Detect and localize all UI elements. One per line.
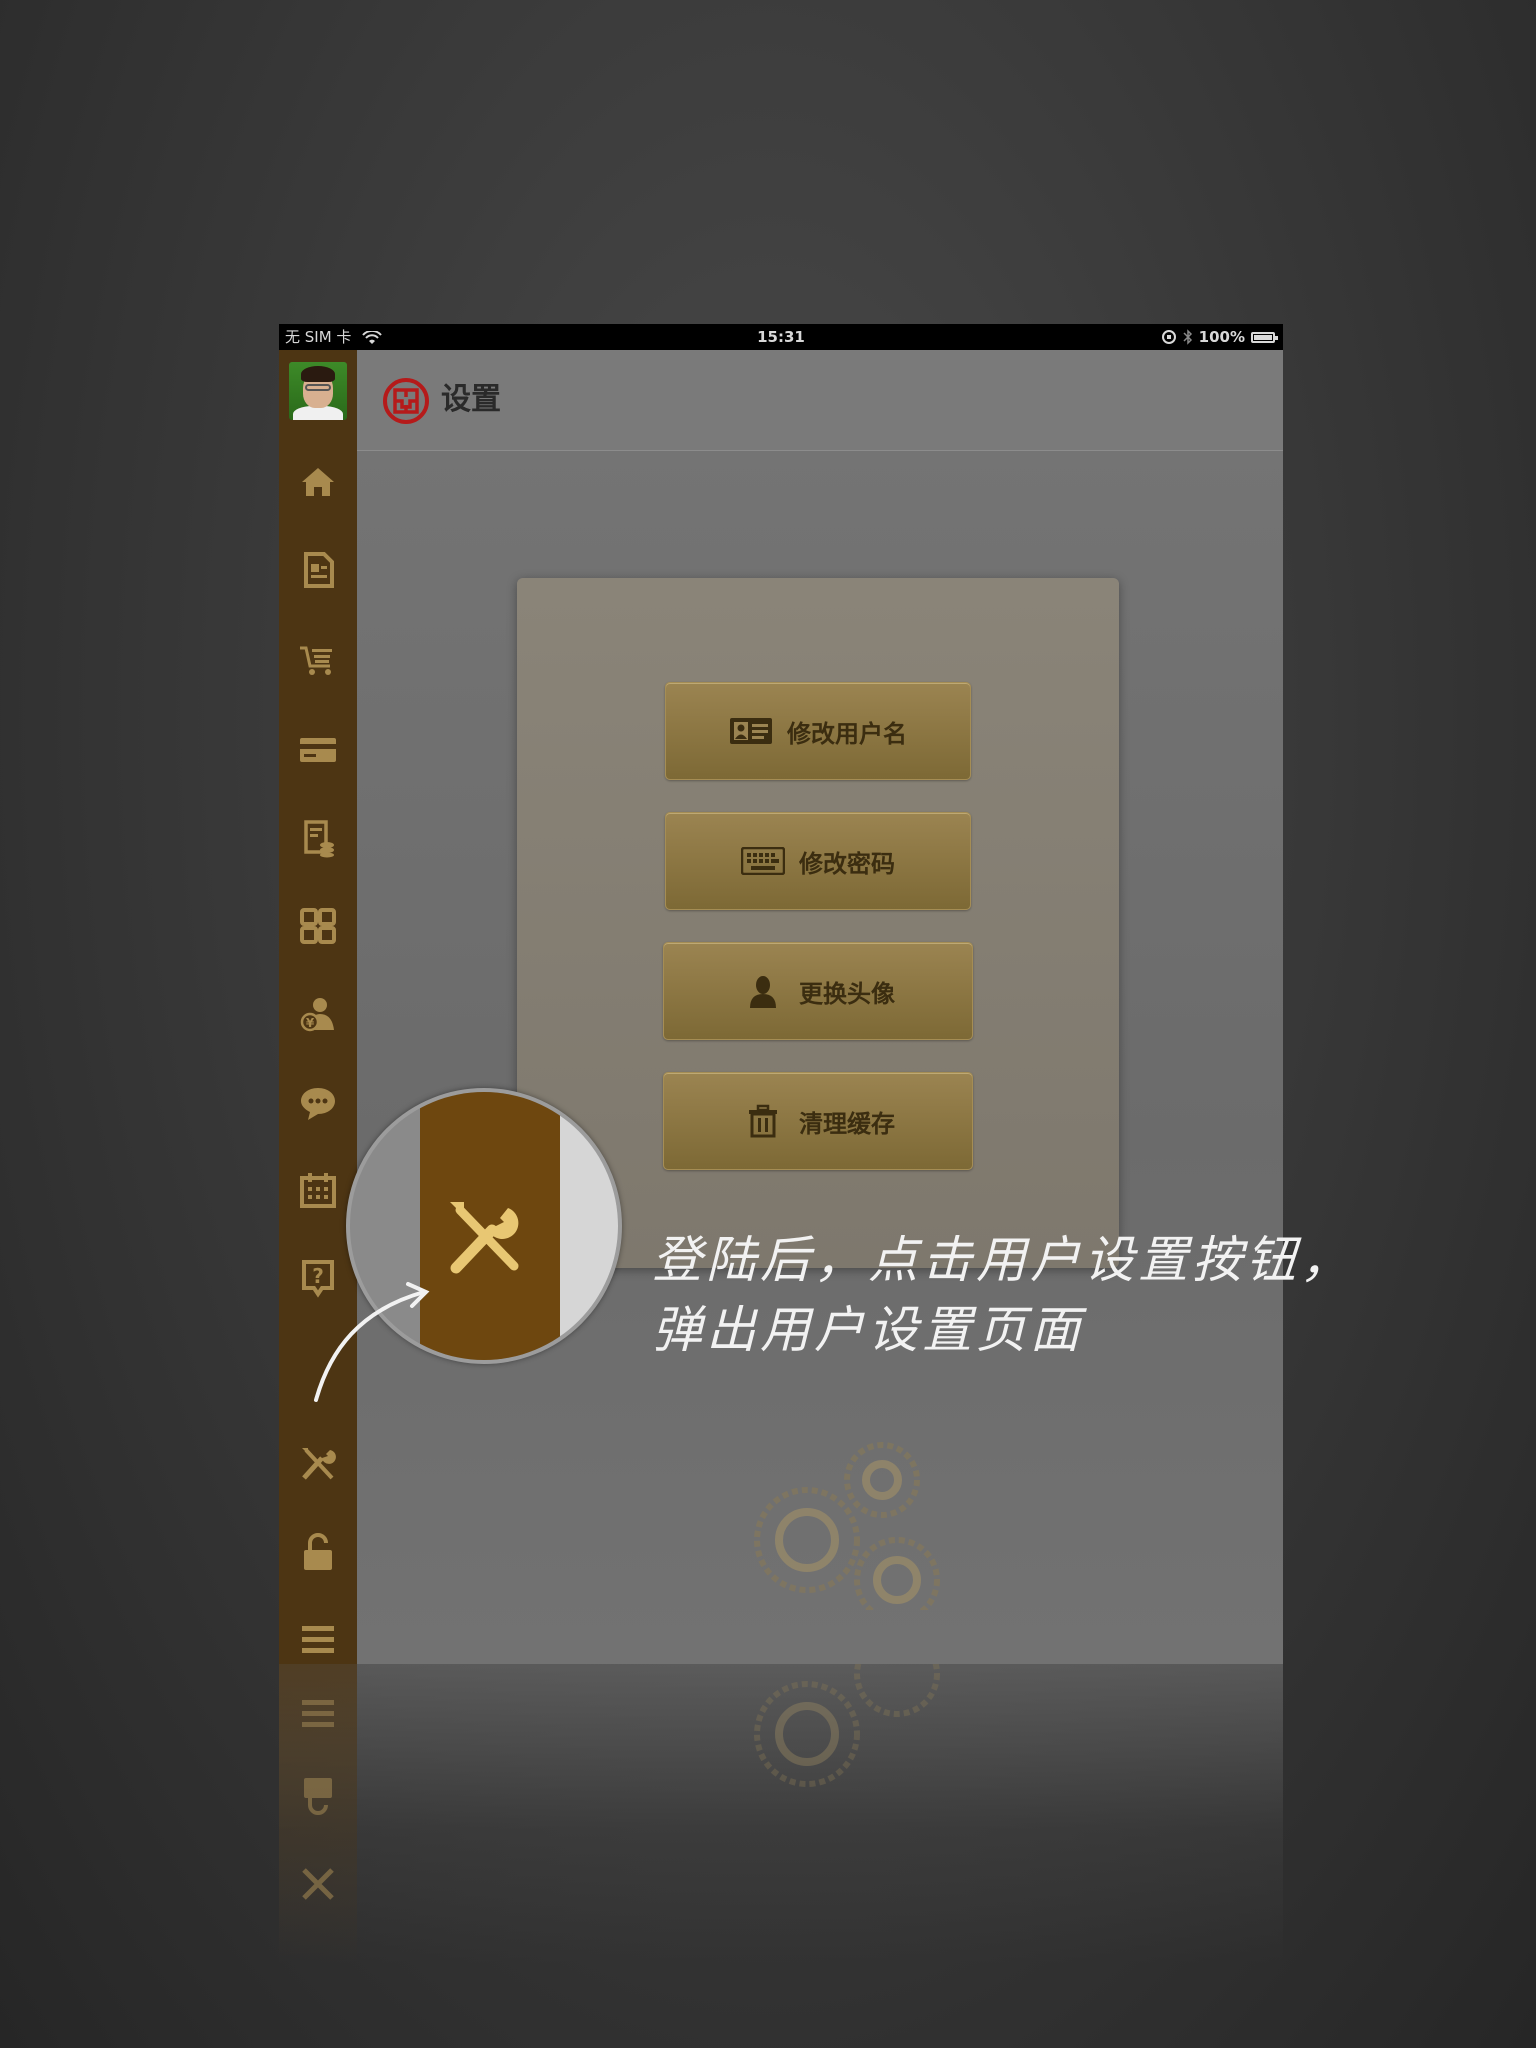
settings-page: 设置 修改用户名 修改密码 更换头像 清理缓存: [357, 350, 1283, 1664]
page-title: 设置: [441, 382, 501, 417]
document-icon[interactable]: [298, 550, 338, 590]
bluetooth-icon: [1183, 329, 1192, 345]
card-icon[interactable]: [298, 730, 338, 770]
sidebar: ¥ ?: [279, 350, 357, 1664]
status-right: 100%: [1161, 324, 1278, 350]
ipad-screen: 无 SIM 卡 15:31 100% ¥ ? 设置 修改用户名 修改密码 更换头…: [279, 324, 1283, 1664]
callout-arrow-icon: [314, 1282, 430, 1402]
unlock-icon[interactable]: [298, 1532, 338, 1572]
change-password-button[interactable]: 修改密码: [665, 812, 971, 910]
cart-icon[interactable]: [298, 640, 338, 680]
lock-reflection-icon: [298, 1776, 338, 1816]
menu-reflection-icon: [298, 1694, 338, 1734]
status-bar: 无 SIM 卡 15:31 100%: [279, 324, 1283, 350]
avatar[interactable]: [289, 362, 347, 420]
screen-reflection: [279, 1664, 1283, 1964]
change-avatar-label: 更换头像: [799, 979, 895, 1008]
tools-reflection-icon: [298, 1864, 338, 1904]
clear-cache-label: 清理缓存: [799, 1109, 895, 1138]
chat-icon[interactable]: [298, 1082, 338, 1122]
change-avatar-button[interactable]: 更换头像: [663, 942, 973, 1040]
id-card-icon: [729, 714, 773, 748]
gears-watermark-icon: [754, 1442, 940, 1610]
change-username-button[interactable]: 修改用户名: [665, 682, 971, 780]
calendar-icon[interactable]: [298, 1170, 338, 1210]
settings-tools-icon[interactable]: [298, 1444, 338, 1484]
grid-icon[interactable]: [298, 906, 338, 946]
annotation-line-1: 登陆后，点击用户设置按钮，: [652, 1231, 1354, 1289]
battery-icon: [1251, 331, 1278, 343]
page-header: 设置: [357, 350, 1283, 451]
svg-text:¥: ¥: [306, 1016, 315, 1030]
user-finance-icon[interactable]: ¥: [298, 994, 338, 1034]
battery-percent: 100%: [1198, 328, 1245, 346]
person-icon: [741, 974, 785, 1008]
keyboard-icon: [741, 844, 785, 878]
clock: 15:31: [757, 328, 805, 346]
bill-coins-icon[interactable]: [298, 818, 338, 858]
change-username-label: 修改用户名: [787, 719, 907, 748]
annotation-line-2: 弹出用户设置页面: [652, 1301, 1084, 1359]
rotation-lock-icon: [1161, 330, 1176, 344]
clear-cache-button[interactable]: 清理缓存: [663, 1072, 973, 1170]
bank-logo-icon: [383, 378, 429, 424]
menu-icon[interactable]: [298, 1620, 338, 1660]
trash-icon: [741, 1104, 785, 1138]
instruction-annotation: 登陆后，点击用户设置按钮， 弹出用户设置页面: [652, 1225, 1452, 1365]
change-password-label: 修改密码: [799, 849, 895, 878]
settings-tools-icon: [450, 1202, 519, 1274]
home-icon[interactable]: [298, 462, 338, 502]
gears-reflection-icon: [754, 1664, 940, 1787]
